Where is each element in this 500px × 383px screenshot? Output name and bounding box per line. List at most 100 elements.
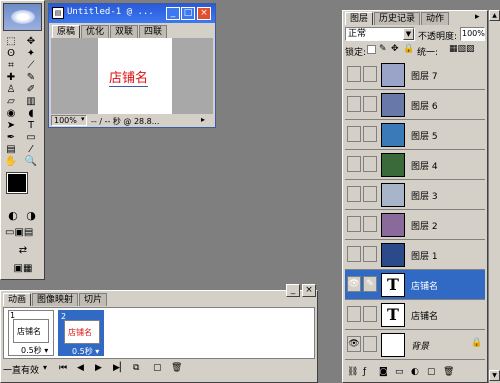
chevron-down-icon[interactable]: ▼ — [403, 28, 414, 40]
animation-frame[interactable]: 1 店铺名 0.5秒 ▾ — [8, 310, 54, 356]
layer-row[interactable]: 图层 4 — [345, 150, 485, 180]
adjustment-layer-icon[interactable]: ◐ — [411, 367, 419, 377]
visibility-eye-icon[interactable] — [347, 306, 361, 322]
loop-dropdown-icon[interactable]: ▾ — [43, 363, 47, 372]
layer-row[interactable]: 图层 6 — [345, 90, 485, 120]
visibility-eye-icon[interactable]: 👁 — [347, 336, 361, 352]
visibility-eye-icon[interactable] — [347, 156, 361, 172]
layers-tab-0[interactable]: 图层 — [345, 12, 374, 25]
layer-row[interactable]: 图层 3 — [345, 180, 485, 210]
layer-row[interactable]: 图层 2 — [345, 210, 485, 240]
slice-icon[interactable]: ⟋ — [23, 59, 39, 71]
document-tab-0[interactable]: 原稿 — [52, 25, 81, 38]
maximize-button[interactable]: □ — [181, 7, 195, 20]
type-icon[interactable]: T — [23, 119, 39, 131]
marquee-icon[interactable]: ⬚ — [3, 35, 19, 47]
history-brush-icon[interactable]: ✐ — [23, 83, 39, 95]
layer-row[interactable]: T 店铺名 — [345, 300, 485, 330]
anim-close-button[interactable]: × — [302, 284, 316, 297]
layer-row[interactable]: 👁 背景 🔒 — [345, 330, 485, 360]
magic-wand-icon[interactable]: ✦ — [23, 47, 39, 59]
extra-tools-icon[interactable]: ▣▦ — [5, 263, 41, 277]
layer-row[interactable]: 👁 ✎ T 店铺名 — [345, 270, 485, 300]
scroll-up-icon[interactable]: ▲ — [489, 10, 500, 21]
new-set-icon[interactable]: ▭ — [395, 367, 404, 377]
visibility-eye-icon[interactable] — [347, 66, 361, 82]
move-icon[interactable]: ✥ — [23, 35, 39, 47]
pen-icon[interactable]: ✒ — [3, 131, 19, 143]
layer-row[interactable]: 图层 1 — [345, 240, 485, 270]
visibility-eye-icon[interactable] — [347, 186, 361, 202]
first-frame-icon[interactable]: ⏮ — [59, 363, 67, 373]
lock-position-icon[interactable]: ✥ — [391, 44, 399, 54]
document-titlebar[interactable]: ▤ Untitled-1 @ ... _ □ × — [49, 4, 215, 23]
quickmask-off-icon[interactable]: ◑ — [23, 209, 39, 223]
visibility-eye-icon[interactable] — [347, 96, 361, 112]
add-mask-icon[interactable]: ◙ — [379, 367, 388, 377]
link-layers-icon[interactable]: ⛓ — [347, 367, 358, 377]
lock-pixels-icon[interactable]: ✎ — [379, 44, 387, 54]
toolbox-logo[interactable] — [3, 3, 42, 31]
layer-link-icon[interactable] — [363, 186, 377, 202]
minimize-button[interactable]: _ — [166, 7, 180, 20]
panel-menu-icon[interactable]: ▸ — [475, 12, 480, 22]
status-arrow-icon[interactable]: ▸ — [201, 115, 205, 124]
animation-tab-2[interactable]: 切片 — [79, 293, 108, 306]
lock-all-icon[interactable]: 🔒 — [403, 44, 414, 54]
canvas[interactable]: 店铺名 — [98, 38, 172, 114]
visibility-eye-icon[interactable]: 👁 — [347, 276, 361, 292]
layer-link-icon[interactable] — [363, 306, 377, 322]
animation-tab-1[interactable]: 图像映射 — [32, 293, 79, 306]
layers-tab-1[interactable]: 历史记录 — [374, 12, 421, 25]
layers-tab-2[interactable]: 动作 — [421, 12, 450, 25]
anim-minimize-button[interactable]: _ — [286, 284, 300, 297]
layer-link-icon[interactable] — [363, 156, 377, 172]
blur-icon[interactable]: ◉ — [3, 107, 19, 119]
document-tab-1[interactable]: 优化 — [81, 25, 110, 38]
loop-select[interactable]: 一直有效 — [3, 366, 39, 376]
scroll-down-icon[interactable]: ▼ — [489, 370, 500, 381]
visibility-eye-icon[interactable] — [347, 216, 361, 232]
layer-link-icon[interactable] — [363, 126, 377, 142]
stamp-icon[interactable]: ♙ — [3, 83, 19, 95]
document-tab-3[interactable]: 四联 — [139, 25, 168, 38]
new-layer-icon[interactable]: ▢ — [427, 367, 436, 377]
layer-link-icon[interactable] — [363, 246, 377, 262]
play-icon[interactable]: ▶ — [95, 363, 102, 373]
healing-icon[interactable]: ✚ — [3, 71, 19, 83]
frame-delay[interactable]: 0.5秒 ▾ — [21, 345, 48, 356]
tween-icon[interactable]: ⧉ — [133, 363, 139, 373]
eraser-icon[interactable]: ▱ — [3, 95, 19, 107]
notes-icon[interactable]: ▤ — [3, 143, 19, 155]
foreground-color-swatch[interactable] — [6, 172, 28, 194]
hand-icon[interactable]: ✋ — [3, 155, 19, 167]
gradient-icon[interactable]: ▥ — [23, 95, 39, 107]
zoom-dropdown-icon[interactable]: ▾ — [81, 115, 85, 123]
layer-link-icon[interactable] — [363, 66, 377, 82]
lock-transparency-checkbox[interactable] — [367, 45, 376, 54]
layer-style-icon[interactable]: ƒ — [363, 367, 366, 377]
prev-frame-icon[interactable]: ◀ — [77, 363, 84, 373]
quickmask-icon[interactable]: ◐ — [5, 209, 21, 223]
unify-icons[interactable]: ▦▧▨ — [449, 44, 475, 54]
path-select-icon[interactable]: ➤ — [3, 119, 19, 131]
layer-link-icon[interactable] — [363, 96, 377, 112]
next-frame-icon[interactable]: ▶▏ — [113, 363, 127, 373]
layer-row[interactable]: 图层 5 — [345, 120, 485, 150]
opacity-input[interactable]: 100% — [460, 27, 485, 41]
visibility-eye-icon[interactable] — [347, 246, 361, 262]
jump-to-imageready-icon[interactable]: ⇄ — [5, 245, 41, 259]
lasso-icon[interactable]: ʘ — [3, 47, 19, 59]
new-frame-icon[interactable]: ▢ — [153, 363, 162, 373]
delete-frame-icon[interactable]: 🗑 — [171, 363, 182, 373]
screen-mode-icon[interactable]: ▭▣▤ — [5, 227, 41, 241]
crop-icon[interactable]: ⌗ — [3, 59, 19, 71]
eyedropper-icon[interactable]: ⁄ — [23, 143, 39, 155]
shape-icon[interactable]: ▭ — [23, 131, 39, 143]
blend-mode-select[interactable]: 正常 ▼ — [345, 27, 415, 41]
delete-layer-icon[interactable]: 🗑 — [443, 367, 454, 377]
layer-link-icon[interactable] — [363, 216, 377, 232]
layer-row[interactable]: 图层 7 — [345, 60, 485, 90]
document-tab-2[interactable]: 双联 — [110, 25, 139, 38]
frame-delay[interactable]: 0.5秒 ▾ — [72, 346, 99, 357]
